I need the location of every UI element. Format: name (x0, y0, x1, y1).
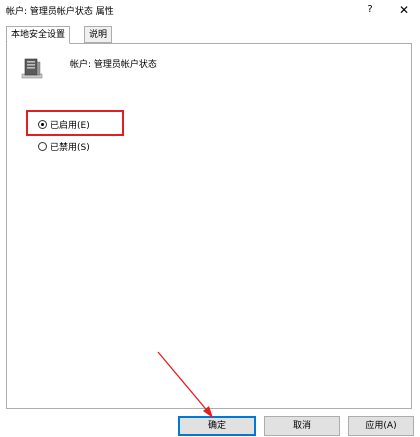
radio-disabled-indicator[interactable] (38, 141, 47, 151)
radio-disabled[interactable]: 已禁用(S) (38, 139, 90, 153)
title-bar: 帐户: 管理员帐户状态 属性 ? ✕ (0, 0, 420, 20)
close-button[interactable]: ✕ (396, 2, 412, 18)
cancel-button[interactable]: 取消 (264, 416, 340, 436)
radio-enabled[interactable]: 已启用(E) (38, 117, 90, 131)
server-icon (21, 58, 43, 79)
account-policy-label: 帐户: 管理员帐户状态 (70, 60, 157, 70)
tab-explain[interactable]: 说明 (84, 26, 113, 43)
radio-enabled-label: 已启用(E) (50, 120, 90, 131)
window-title: 帐户: 管理员帐户状态 属性 (6, 7, 114, 17)
radio-enabled-indicator[interactable] (38, 119, 47, 129)
help-button[interactable]: ? (362, 2, 378, 18)
ok-button[interactable]: 确定 (178, 416, 256, 436)
tab-local-security-setting[interactable]: 本地安全设置 (6, 26, 71, 44)
apply-button[interactable]: 应用(A) (348, 416, 414, 436)
properties-dialog: 帐户: 管理员帐户状态 属性 ? ✕ 本地安全设置 说明 帐户: 管理员帐户状态… (0, 0, 420, 437)
radio-disabled-label: 已禁用(S) (50, 142, 90, 153)
tab-panel (6, 43, 412, 409)
